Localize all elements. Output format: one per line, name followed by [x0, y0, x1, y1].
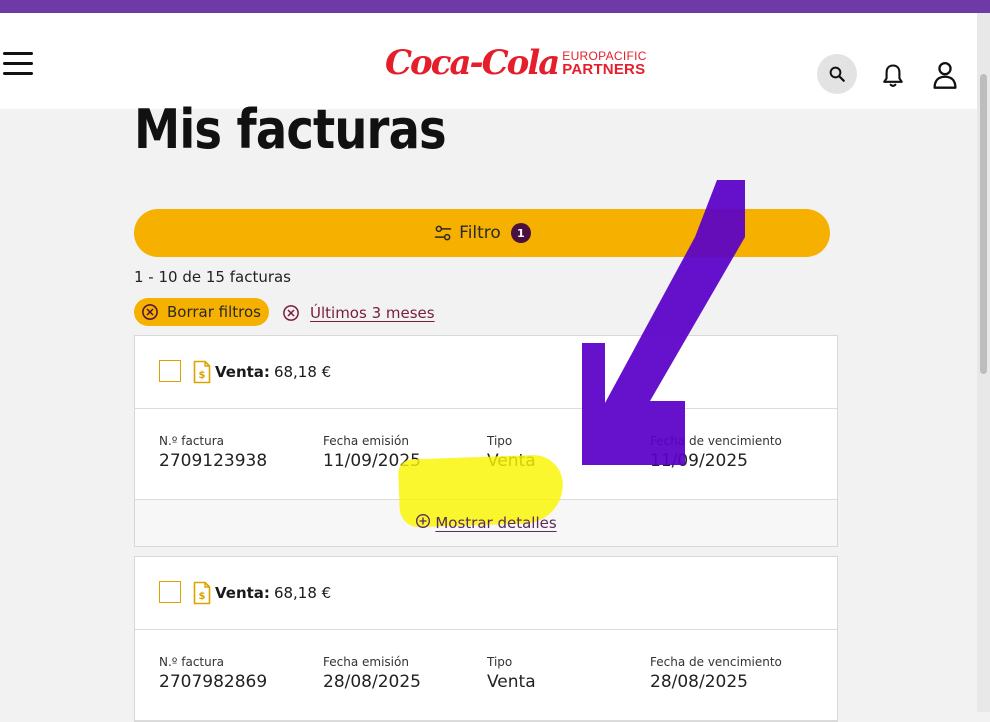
logo-script-text: Coca-Cola: [385, 43, 560, 83]
filter-button[interactable]: Filtro 1: [134, 209, 830, 257]
app-header: Coca-Cola EUROPACIFIC PARTNERS: [0, 13, 977, 109]
clear-filters-label: Borrar filtros: [167, 303, 261, 321]
account-button[interactable]: [931, 60, 959, 90]
show-details-label: Mostrar detalles: [435, 514, 557, 532]
invoice-amount: 68,18 €: [273, 363, 332, 381]
due-date-label: Fecha de vencimiento: [650, 434, 782, 448]
circle-x-icon: [142, 304, 158, 320]
logo-bottom-text: PARTNERS: [562, 60, 646, 78]
filter-count-badge: 1: [510, 223, 531, 243]
invoice-card-header: $ Venta: 68,18 €: [135, 557, 837, 630]
menu-button[interactable]: [3, 52, 33, 76]
due-date-value: 28/08/2025: [650, 672, 748, 692]
user-icon: [933, 61, 957, 89]
due-date-label: Fecha de vencimiento: [650, 655, 782, 669]
issue-date-label: Fecha emisión: [323, 434, 409, 448]
invoice-card-header: $ Venta: 68,18 €: [135, 336, 837, 409]
date-range-chip[interactable]: Últimos 3 meses: [282, 300, 435, 326]
show-details-link[interactable]: Mostrar detalles: [415, 514, 557, 532]
notifications-button[interactable]: [879, 62, 907, 90]
sliders-icon: [434, 225, 452, 241]
invoice-number-value: 2707982869: [159, 672, 268, 692]
issue-date-label: Fecha emisión: [323, 655, 409, 669]
filter-label: Filtro: [459, 223, 501, 243]
results-count: 1 - 10 de 15 facturas: [134, 268, 292, 286]
svg-text:$: $: [199, 370, 206, 381]
sale-label: Venta:: [215, 584, 270, 602]
invoice-document-icon: $: [193, 581, 211, 605]
invoice-number-label: N.º factura: [159, 434, 225, 448]
invoice-card: $ Venta: 68,18 € N.º factura 2709123938 F…: [134, 335, 838, 547]
invoice-amount: 68,18 €: [273, 584, 332, 602]
logo-top-text: EUROPACIFIC: [562, 48, 647, 63]
invoice-select-checkbox[interactable]: [159, 360, 181, 382]
clear-filters-chip[interactable]: Borrar filtros: [134, 298, 269, 326]
circle-plus-icon: [416, 514, 431, 528]
invoice-card: $ Venta: 68,18 € N.º factura 2707982869 F…: [134, 556, 838, 722]
invoice-select-checkbox[interactable]: [159, 581, 181, 603]
invoice-document-icon: $: [193, 360, 211, 384]
bell-icon: [883, 64, 903, 87]
invoice-number-label: N.º factura: [159, 655, 225, 669]
brand-logo[interactable]: Coca-Cola EUROPACIFIC PARTNERS: [385, 41, 647, 85]
invoice-number-value: 2709123938: [159, 451, 268, 471]
due-date-value: 11/09/2025: [650, 451, 748, 471]
page-title: Mis facturas: [134, 98, 447, 161]
browser-top-strip: [0, 0, 990, 13]
issue-date-value: 28/08/2025: [323, 672, 421, 692]
sale-label: Venta:: [215, 363, 270, 381]
circle-x-icon: [283, 305, 299, 321]
invoice-card-body: N.º factura 2707982869 Fecha emisión 28/…: [135, 630, 837, 721]
date-range-label: Últimos 3 meses: [310, 304, 435, 322]
invoice-card-footer: Mostrar detalles: [135, 454, 837, 546]
type-value: Venta: [487, 672, 536, 692]
hamburger-icon: [3, 52, 33, 55]
search-icon: [829, 66, 845, 82]
svg-text:$: $: [199, 591, 206, 602]
type-label: Tipo: [487, 655, 513, 669]
scrollbar-thumb[interactable]: [980, 74, 987, 374]
search-button[interactable]: [817, 54, 857, 94]
type-label: Tipo: [487, 434, 513, 448]
